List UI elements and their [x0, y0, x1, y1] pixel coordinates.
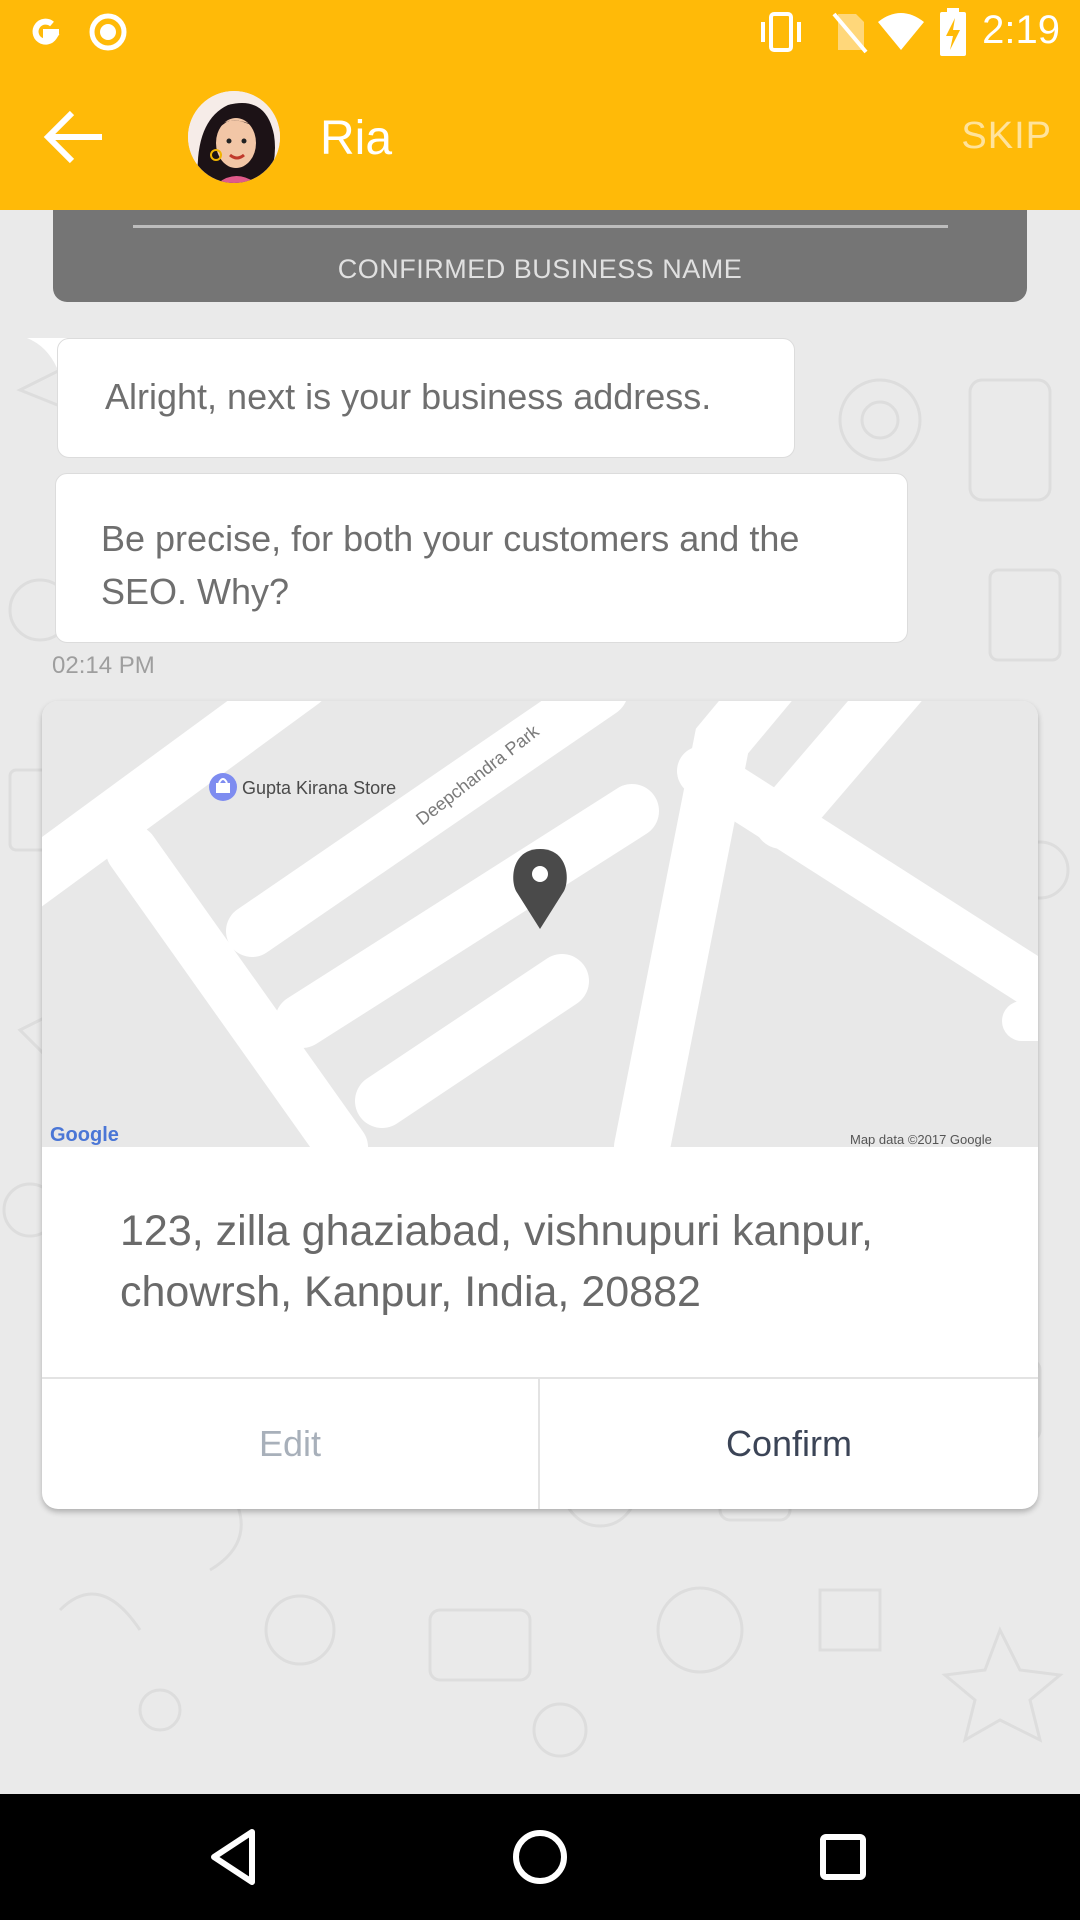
- back-triangle-icon[interactable]: [202, 1824, 268, 1890]
- shop-icon: [209, 773, 237, 801]
- google-logo: Google: [50, 1124, 119, 1146]
- confirmed-business-name-label: CONFIRMED BUSINESS NAME: [337, 254, 743, 284]
- no-sim-icon: [832, 12, 868, 54]
- message-bubble: Be precise, for both your customers and …: [55, 473, 908, 643]
- message-timestamp: 02:14 PM: [52, 652, 155, 679]
- message-text: Alright, next is your business address.: [105, 376, 712, 417]
- edit-button[interactable]: Edit: [42, 1379, 538, 1509]
- address-text: 123, zilla ghaziabad, vishnupuri kanpur,…: [120, 1207, 874, 1316]
- status-time: 2:19: [982, 8, 1060, 52]
- skip-button[interactable]: SKIP: [961, 115, 1052, 158]
- location-card: Gupta Kirana Store Deepchandra Park Goog…: [42, 701, 1038, 1509]
- app-bar: Ria SKIP: [0, 63, 1080, 210]
- map-view[interactable]: Gupta Kirana Store Deepchandra Park Goog…: [42, 701, 1038, 1147]
- map-attribution: Map data ©2017 Google: [850, 1132, 992, 1147]
- navigation-bar: [0, 1794, 1080, 1920]
- status-bar: 2:19: [0, 0, 1080, 63]
- confirmed-business-name-card: CONFIRMED BUSINESS NAME: [53, 210, 1027, 302]
- confirm-button[interactable]: Confirm: [540, 1379, 1038, 1509]
- google-icon: [32, 18, 60, 45]
- arrow-left-icon[interactable]: [36, 101, 108, 173]
- battery-charging-icon: [940, 8, 966, 56]
- map-poi-label: Gupta Kirana Store: [242, 778, 396, 798]
- message-text: Be precise, for both your customers and …: [101, 518, 800, 612]
- home-circle-icon[interactable]: [507, 1824, 573, 1890]
- avatar: [188, 91, 280, 183]
- divider: [133, 225, 948, 228]
- wifi-icon: [878, 13, 924, 50]
- recents-square-icon[interactable]: [810, 1824, 876, 1890]
- message-bubble: Alright, next is your business address.: [57, 338, 795, 458]
- chat-title: Ria: [320, 112, 393, 165]
- vibrate-icon: [761, 12, 801, 52]
- record-icon: [89, 13, 127, 51]
